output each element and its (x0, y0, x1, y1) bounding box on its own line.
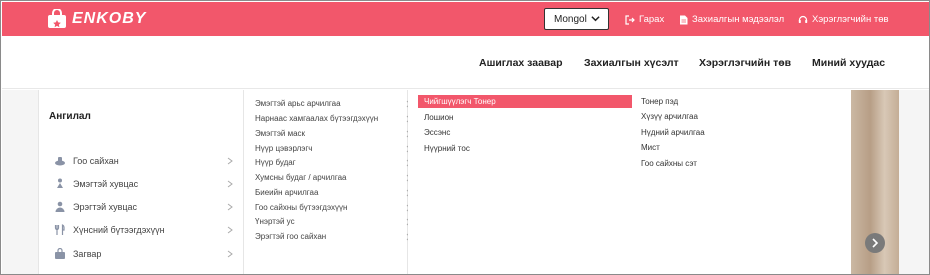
nav-my-page[interactable]: Миний хуудас (812, 57, 885, 69)
category-item-cosmetics[interactable]: Гоо сайхан (39, 153, 243, 169)
logout-link[interactable]: Гарах (625, 13, 664, 26)
category-label: Эрэгтэй хувцас (73, 202, 138, 212)
customer-center-link[interactable]: Хэрэглэгчийн төв (798, 13, 889, 26)
chevron-right-icon (872, 238, 879, 248)
nav-usage-guide[interactable]: Ашиглах заавар (479, 57, 563, 69)
subcategory-item[interactable]: Эмэгтэй маск (255, 129, 305, 138)
subcategory-item[interactable]: Гоо сайхны бүтээгдэхүүн (255, 203, 347, 212)
subcategory-item[interactable]: Нүүр цэвэрлэгч (255, 144, 312, 153)
nav-customer-center[interactable]: Хэрэглэгчийн төв (699, 57, 791, 69)
product-type-item[interactable]: Нүүрний тос (424, 144, 470, 153)
top-bar: ENKOBY Mongol Гарах Захиалгын мэдээлэл Х… (2, 2, 929, 36)
logout-icon (625, 14, 635, 25)
brand-logo[interactable]: ENKOBY (46, 9, 146, 29)
cosmetics-icon (55, 157, 65, 166)
subcategory-item[interactable]: Нүүр будаг (255, 158, 296, 167)
category-label: Загвар (73, 249, 102, 259)
product-type-label: Чийгшүүлэгч Тонер (424, 97, 496, 106)
category-item-food[interactable]: Хүнсний бүтээгдэхүүн (39, 222, 243, 238)
product-type-item[interactable]: Мист (641, 143, 660, 152)
chevron-right-icon (227, 203, 233, 211)
category-label: Эмэгтэй хувцас (73, 179, 139, 189)
language-value: Mongol (554, 13, 587, 25)
product-type-item[interactable]: Тонер пэд (641, 97, 678, 106)
category-panel: Ангилал Гоо сайхан Эмэгтэй хувцас Эрэгтэ… (38, 90, 244, 274)
content-area: Ангилал Гоо сайхан Эмэгтэй хувцас Эрэгтэ… (2, 90, 929, 274)
subcategory-item[interactable]: Хумсны будаг / арчилгаа (255, 173, 346, 182)
chevron-right-icon (227, 250, 233, 258)
chevron-right-icon (227, 157, 233, 165)
cutlery-icon (54, 224, 65, 235)
category-label: Хүнсний бүтээгдэхүүн (73, 225, 165, 235)
category-title: Ангилал (49, 111, 91, 122)
nav-order-request[interactable]: Захиалгын хүсэлт (584, 57, 679, 69)
product-type-item[interactable]: Гоо сайхны сэт (641, 159, 697, 168)
chevron-right-icon (227, 226, 233, 234)
bag-icon (55, 248, 65, 259)
product-type-item-active[interactable]: Чийгшүүлэгч Тонер (418, 95, 632, 108)
subcategory-item[interactable]: Нарнаас хамгаалах бүтээгдэхүүн (255, 114, 378, 123)
product-type-panel: Чийгшүүлэгч Тонер Лошион Эссэнс Нүүрний … (408, 90, 851, 274)
brand-name: ENKOBY (72, 10, 147, 27)
logout-label: Гарах (639, 14, 665, 25)
page-frame: ENKOBY Mongol Гарах Захиалгын мэдээлэл Х… (0, 0, 930, 275)
language-select[interactable]: Mongol (544, 8, 609, 30)
document-icon (680, 15, 688, 24)
product-type-item[interactable]: Хүзүү арчилгаа (641, 112, 698, 121)
man-icon (55, 201, 65, 212)
chevron-down-icon (591, 16, 600, 22)
shopping-bag-icon (48, 9, 66, 28)
product-type-item[interactable]: Нүдний арчилгаа (641, 128, 705, 137)
main-nav: Ашиглах заавар Захиалгын хүсэлт Хэрэглэг… (2, 37, 929, 89)
customer-center-label: Хэрэглэгчийн төв (812, 14, 889, 25)
chevron-right-icon (227, 180, 233, 188)
subcategory-panel: Эмэгтэй арьс арчилгаа Нарнаас хамгаалах … (244, 90, 411, 274)
order-info-label: Захиалгын мэдээлэл (692, 14, 785, 25)
category-item-women-clothing[interactable]: Эмэгтэй хувцас (39, 176, 243, 192)
subcategory-item[interactable]: Үнэртэй ус (255, 217, 295, 226)
subcategory-item[interactable]: Эрэгтэй гоо сайхан (255, 232, 326, 241)
category-label: Гоо сайхан (73, 156, 119, 166)
category-item-men-clothing[interactable]: Эрэгтэй хувцас (39, 199, 243, 215)
woman-icon (57, 178, 63, 188)
subcategory-item[interactable]: Эмэгтэй арьс арчилгаа (255, 99, 341, 108)
headset-icon (798, 15, 808, 23)
product-type-item[interactable]: Лошион (424, 113, 453, 122)
product-type-item[interactable]: Эссэнс (424, 128, 450, 137)
next-slide-button[interactable] (865, 233, 885, 253)
order-info-link[interactable]: Захиалгын мэдээлэл (679, 13, 784, 26)
subcategory-item[interactable]: Биеийн арчилгаа (255, 188, 318, 197)
category-item-fashion[interactable]: Загвар (39, 246, 243, 262)
